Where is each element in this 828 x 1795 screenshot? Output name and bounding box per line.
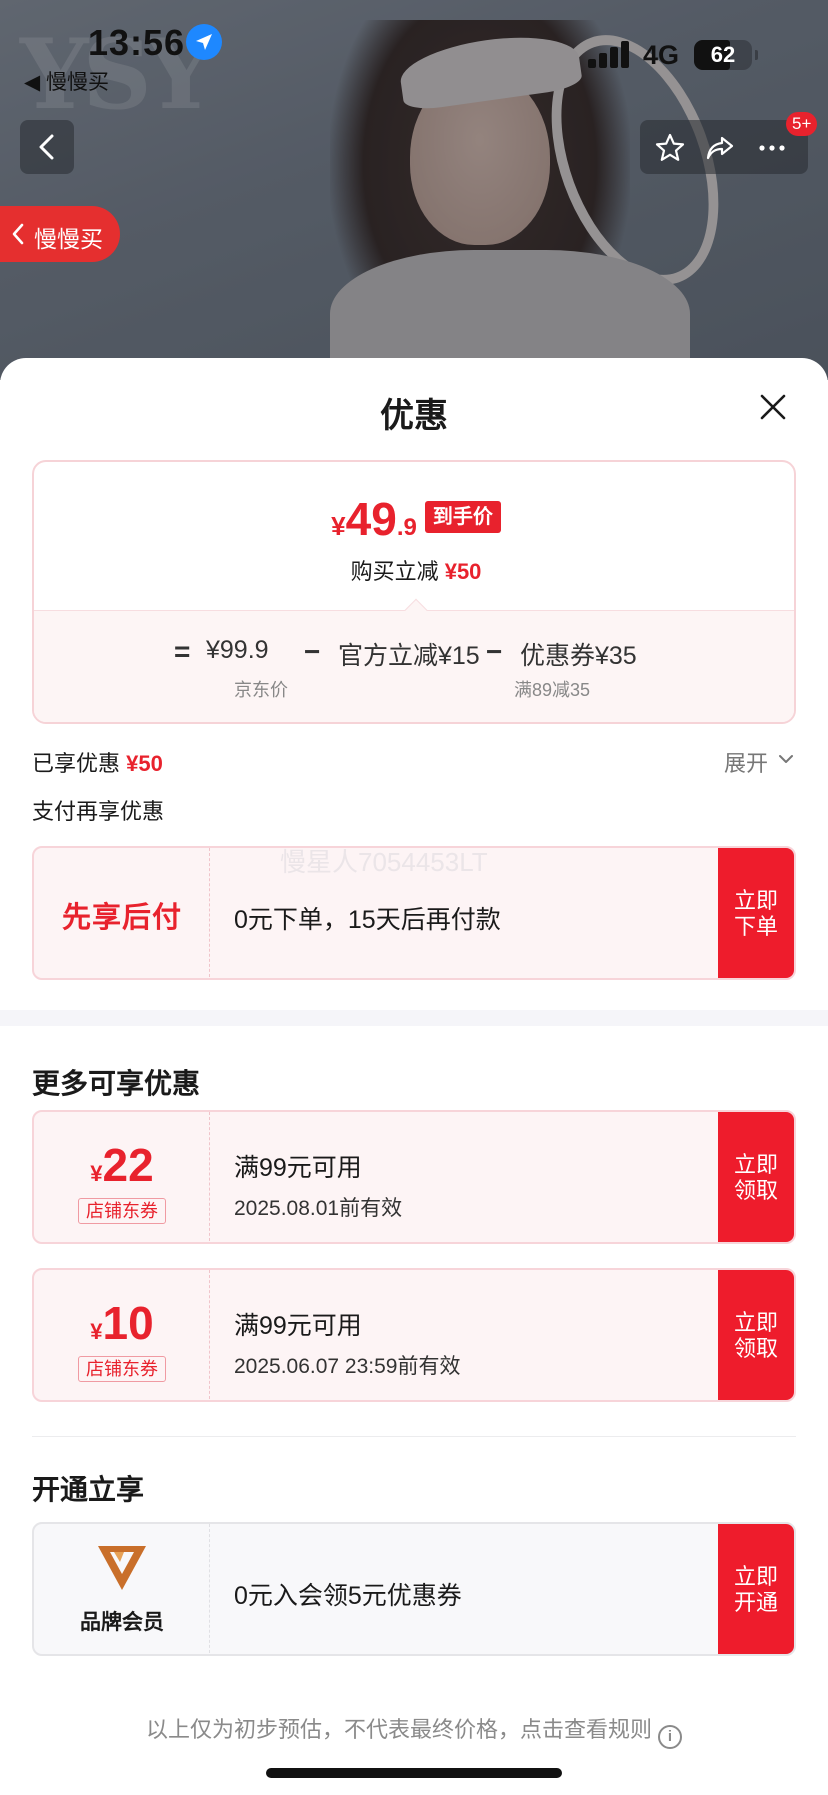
coupon-amount-area: ¥22 店铺东券 [34, 1112, 210, 1242]
star-icon[interactable] [654, 132, 686, 164]
sheet-title: 优惠 [380, 397, 448, 435]
cta-line: 领取 [733, 1336, 778, 1361]
formula-minus: − [486, 636, 503, 667]
user-watermark: 慢星人7054453LT [280, 847, 488, 877]
section-separator [32, 1436, 796, 1437]
back-button[interactable] [20, 120, 74, 174]
network-type: 4G [643, 40, 680, 70]
footnote-text: 以上仅为初步预估，不代表最终价格，点击查看规则 [145, 1717, 652, 1742]
location-arrow-icon [186, 24, 222, 60]
chevron-down-icon [779, 755, 793, 763]
close-icon[interactable] [758, 392, 788, 422]
home-indicator[interactable] [266, 1768, 562, 1778]
cta-line: 立即 [733, 1564, 778, 1589]
cta-line: 立即 [733, 1152, 778, 1177]
brand-v-icon [98, 1546, 146, 1590]
price-decimal: .9 [396, 514, 417, 541]
expand-label: 展开 [724, 751, 769, 776]
price-currency: ¥ [331, 511, 346, 541]
enjoyed-value: ¥50 [126, 751, 163, 776]
cta-line: 立即 [733, 1310, 778, 1335]
back-chevron-icon [12, 223, 24, 245]
pay-later-label: 先享后付 [61, 902, 182, 934]
coupon-type-tag: 店铺东券 [78, 1356, 166, 1382]
status-bar: 13:56 ◀ 慢慢买 4G 62 [0, 0, 828, 100]
formula-coupon-discount: 优惠券¥35 [520, 642, 637, 670]
brand-membership-card: 品牌会员 0元入会领5元优惠券 立即 开通 [32, 1522, 796, 1656]
back-chevron-icon [39, 134, 54, 160]
battery-percent: 62 [710, 42, 736, 67]
final-price-tag: 到手价 [424, 501, 501, 533]
coupon-expiry: 2025.08.01前有效 [234, 1197, 403, 1220]
final-price: ¥49.9 到手价 [34, 492, 794, 552]
instant-reduction-value: ¥50 [444, 559, 482, 584]
hero-action-group: 5+ [640, 112, 818, 174]
info-icon: i [658, 1725, 682, 1749]
pay-section-title: 支付再享优惠 [32, 799, 165, 824]
price-integer: 49 [345, 493, 397, 545]
coupon-amount: ¥22 [34, 1138, 210, 1192]
instant-reduction-label: 购买立减 [350, 559, 439, 584]
shop-coupon-card: ¥22 店铺东券 满99元可用 2025.08.01前有效 立即 领取 [32, 1110, 796, 1244]
formula-official-discount: 官方立减¥15 [338, 642, 480, 670]
enjoyed-discount: 已享优惠 ¥50 [32, 746, 163, 778]
join-membership-button[interactable]: 立即 开通 [718, 1524, 794, 1654]
cta-line: 开通 [733, 1590, 778, 1615]
base-price-caption: 京东价 [234, 680, 288, 700]
formula-minus: − [304, 636, 321, 667]
price-breakdown-card: ¥49.9 到手价 购买立减 ¥50 = ¥99.9 − 官方立减¥15 − 优惠… [32, 460, 796, 724]
formula-base-price: ¥99.9 [206, 636, 269, 664]
coupon-caption: 满89减35 [514, 680, 591, 700]
more-discounts-title: 更多可享优惠 [32, 1068, 201, 1099]
expand-toggle[interactable]: 展开 [724, 746, 793, 778]
discount-bottom-sheet: 优惠 ¥49.9 到手价 购买立减 ¥50 = ¥99.9 − 官方立减¥15 −… [0, 358, 828, 1795]
notification-badge: 5+ [786, 112, 818, 136]
membership-description: 0元入会领5元优惠券 [234, 1582, 462, 1610]
instant-reduction: 购买立减 ¥50 [34, 554, 794, 586]
pay-later-left: 先享后付 [34, 848, 210, 978]
more-icon[interactable] [756, 132, 788, 164]
coupon-amount: ¥10 [34, 1296, 210, 1350]
coupon-expiry: 2025.06.07 23:59前有效 [234, 1355, 461, 1378]
signal-strength-icon [588, 40, 632, 68]
pay-later-description: 0元下单，15天后再付款 [234, 906, 501, 934]
battery-icon: 62 [694, 40, 758, 70]
status-time: 13:56 [88, 22, 186, 63]
section-divider [0, 1010, 828, 1026]
coupon-value: 10 [102, 1297, 154, 1349]
back-to-app-link[interactable]: ◀ 慢慢买 [24, 66, 109, 96]
coupon-condition: 满99元可用 [234, 1312, 362, 1340]
membership-section-title: 开通立享 [32, 1474, 145, 1505]
coupon-value: 22 [102, 1139, 154, 1191]
membership-label: 品牌会员 [80, 1611, 164, 1634]
cta-line: 领取 [733, 1178, 778, 1203]
rules-footnote[interactable]: 以上仅为初步预估，不代表最终价格，点击查看规则 i [0, 1712, 828, 1749]
coupon-amount-area: ¥10 店铺东券 [34, 1270, 210, 1400]
enjoyed-label: 已享优惠 [32, 751, 121, 776]
cta-line: 下单 [733, 914, 778, 939]
coupon-currency: ¥ [90, 1161, 103, 1186]
coupon-currency: ¥ [90, 1319, 103, 1344]
slow-buy-label: 慢慢买 [34, 226, 103, 252]
membership-left: 品牌会员 [34, 1524, 210, 1654]
share-icon[interactable] [704, 132, 736, 164]
order-now-button[interactable]: 立即 下单 [718, 848, 794, 978]
price-formula: = ¥99.9 − 官方立减¥15 − 优惠券¥35 [34, 636, 794, 672]
claim-coupon-button[interactable]: 立即 领取 [718, 1270, 794, 1400]
coupon-type-tag: 店铺东券 [78, 1198, 166, 1224]
cta-line: 立即 [733, 888, 778, 913]
claim-coupon-button[interactable]: 立即 领取 [718, 1112, 794, 1242]
slow-buy-return-pill[interactable]: 慢慢买 [0, 206, 120, 262]
formula-equals: = [174, 636, 191, 667]
shop-coupon-card: ¥10 店铺东券 满99元可用 2025.06.07 23:59前有效 立即 领… [32, 1268, 796, 1402]
coupon-condition: 满99元可用 [234, 1154, 362, 1182]
